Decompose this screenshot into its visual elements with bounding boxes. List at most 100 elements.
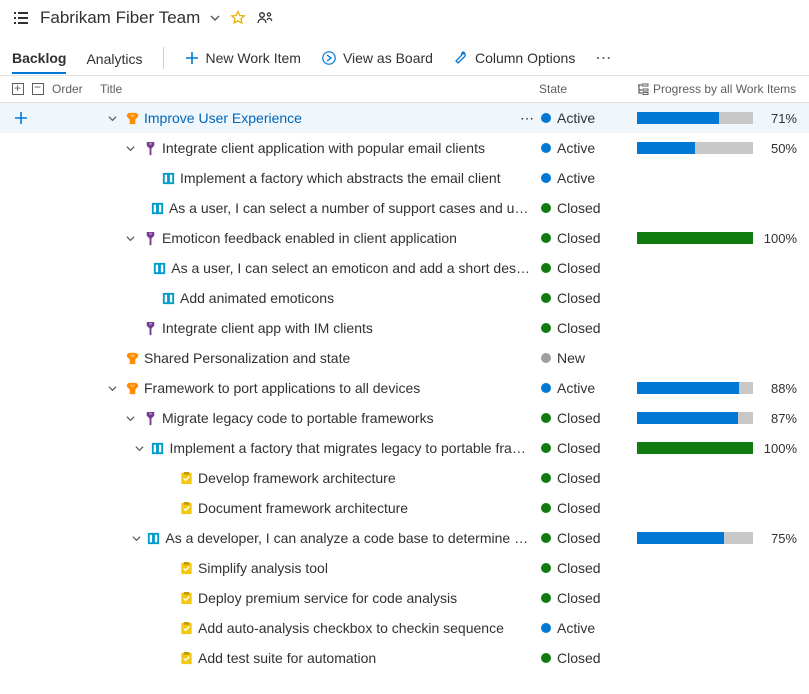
work-item-title[interactable]: Emoticon feedback enabled in client appl…	[162, 230, 457, 246]
team-name[interactable]: Fabrikam Fiber Team	[40, 8, 200, 28]
expand-caret-icon[interactable]	[108, 114, 120, 123]
column-state[interactable]: State	[539, 82, 629, 96]
title-cell: As a developer, I can analyze a code bas…	[36, 530, 535, 546]
add-child-icon[interactable]	[12, 111, 30, 125]
state-dot-icon	[541, 563, 551, 573]
progress-bar	[637, 382, 753, 394]
work-item-title[interactable]: Document framework architecture	[198, 500, 408, 516]
column-progress[interactable]: Progress by all Work Items	[637, 82, 797, 96]
progress-pct: 75%	[761, 531, 797, 546]
pbi-icon	[160, 290, 176, 306]
work-item-title[interactable]: Integrate client app with IM clients	[162, 320, 373, 336]
state-dot-icon	[541, 413, 551, 423]
expand-caret-icon[interactable]	[132, 534, 143, 543]
state-dot-icon	[541, 533, 551, 543]
backlog-row[interactable]: Add animated emoticons Closed	[0, 283, 809, 313]
column-options-button[interactable]: Column Options	[453, 46, 575, 70]
backlog-row[interactable]: Document framework architecture Closed	[0, 493, 809, 523]
backlog-row[interactable]: Improve User Experience⋯Active71%	[0, 103, 809, 133]
backlog-row[interactable]: Deploy premium service for code analysis…	[0, 583, 809, 613]
work-item-title[interactable]: Add test suite for automation	[198, 650, 376, 666]
expand-caret-icon[interactable]	[126, 414, 138, 423]
team-dropdown-chevron-icon[interactable]	[210, 13, 220, 23]
backlog-row[interactable]: Integrate client app with IM clientsClos…	[0, 313, 809, 343]
backlog-row[interactable]: Shared Personalization and stateNew	[0, 343, 809, 373]
tab-backlog[interactable]: Backlog	[12, 42, 66, 74]
feature-icon	[142, 140, 158, 156]
state-dot-icon	[541, 503, 551, 513]
backlog-row[interactable]: Framework to port applications to all de…	[0, 373, 809, 403]
progress-cell: 100%	[637, 441, 797, 456]
progress-pct: 88%	[761, 381, 797, 396]
expand-all-icon[interactable]	[12, 83, 24, 95]
work-item-title[interactable]: Add animated emoticons	[180, 290, 334, 306]
state-label: Closed	[557, 650, 601, 666]
progress-fill	[637, 442, 753, 454]
work-item-title[interactable]: Improve User Experience	[144, 110, 302, 126]
favorite-star-icon[interactable]	[230, 10, 246, 26]
toolbar-more-icon[interactable]: ⋯	[595, 48, 613, 68]
backlog-row[interactable]: Implement a factory which abstracts the …	[0, 163, 809, 193]
work-item-title[interactable]: Implement a factory which abstracts the …	[180, 170, 501, 186]
pbi-icon	[146, 530, 161, 546]
expand-caret-icon[interactable]	[126, 234, 138, 243]
progress-bar	[637, 412, 753, 424]
row-actions-icon[interactable]: ⋯	[520, 110, 535, 127]
team-members-icon[interactable]	[256, 10, 274, 26]
work-item-title[interactable]: As a user, I can select a number of supp…	[169, 200, 535, 216]
backlog-row[interactable]: As a user, I can select a number of supp…	[0, 193, 809, 223]
state-label: Active	[557, 170, 595, 186]
backlog-row[interactable]: Add test suite for automation Closed	[0, 643, 809, 673]
work-item-title[interactable]: Simplify analysis tool	[198, 560, 328, 576]
title-cell: Implement a factory that migrates legacy…	[36, 440, 535, 456]
work-item-title[interactable]: Framework to port applications to all de…	[144, 380, 420, 396]
work-item-title[interactable]: Shared Personalization and state	[144, 350, 350, 366]
backlog-row[interactable]: Migrate legacy code to portable framewor…	[0, 403, 809, 433]
backlog-row[interactable]: Simplify analysis tool Closed	[0, 553, 809, 583]
collapse-all-icon[interactable]	[32, 83, 44, 95]
work-item-title[interactable]: As a user, I can select an emoticon and …	[171, 260, 535, 276]
state-cell: Closed	[541, 230, 631, 246]
work-item-title[interactable]: Deploy premium service for code analysis	[198, 590, 457, 606]
state-dot-icon	[541, 113, 551, 123]
work-item-title[interactable]: Migrate legacy code to portable framewor…	[162, 410, 434, 426]
state-cell: Closed	[541, 290, 631, 306]
backlog-row[interactable]: As a developer, I can analyze a code bas…	[0, 523, 809, 553]
title-cell: Simplify analysis tool	[36, 560, 535, 576]
work-item-title[interactable]: Add auto-analysis checkbox to checkin se…	[198, 620, 504, 636]
title-cell: Add auto-analysis checkbox to checkin se…	[36, 620, 535, 636]
progress-cell: 100%	[637, 231, 797, 246]
expand-caret-icon[interactable]	[108, 384, 120, 393]
wrench-icon	[453, 50, 469, 65]
progress-fill	[637, 532, 724, 544]
view-as-board-button[interactable]: View as Board	[321, 46, 433, 70]
tab-analytics[interactable]: Analytics	[86, 43, 142, 73]
backlog-row[interactable]: Integrate client application with popula…	[0, 133, 809, 163]
work-item-title[interactable]: Implement a factory that migrates legacy…	[169, 440, 535, 456]
progress-fill	[637, 112, 719, 124]
work-item-title[interactable]: Integrate client application with popula…	[162, 140, 485, 156]
work-item-title[interactable]: As a developer, I can analyze a code bas…	[165, 530, 535, 546]
new-work-item-button[interactable]: New Work Item	[184, 46, 301, 70]
state-label: Closed	[557, 410, 601, 426]
backlog-row[interactable]: Add auto-analysis checkbox to checkin se…	[0, 613, 809, 643]
column-order[interactable]: Order	[52, 82, 92, 96]
feature-icon	[142, 410, 158, 426]
backlog-row[interactable]: Emoticon feedback enabled in client appl…	[0, 223, 809, 253]
backlog-row[interactable]: Implement a factory that migrates legacy…	[0, 433, 809, 463]
state-dot-icon	[541, 263, 551, 273]
work-item-title[interactable]: Develop framework architecture	[198, 470, 396, 486]
backlog-row[interactable]: As a user, I can select an emoticon and …	[0, 253, 809, 283]
state-cell: Closed	[541, 260, 631, 276]
plus-icon	[184, 51, 200, 65]
expand-caret-icon[interactable]	[135, 444, 146, 453]
state-cell: Active	[541, 110, 631, 126]
backlog-row[interactable]: Develop framework architectureClosed	[0, 463, 809, 493]
state-dot-icon	[541, 653, 551, 663]
state-cell: Closed	[541, 530, 631, 546]
column-title[interactable]: Title	[100, 82, 531, 96]
expand-caret-icon[interactable]	[126, 144, 138, 153]
state-cell: Closed	[541, 500, 631, 516]
state-cell: Closed	[541, 560, 631, 576]
title-cell: Add animated emoticons	[36, 290, 535, 306]
